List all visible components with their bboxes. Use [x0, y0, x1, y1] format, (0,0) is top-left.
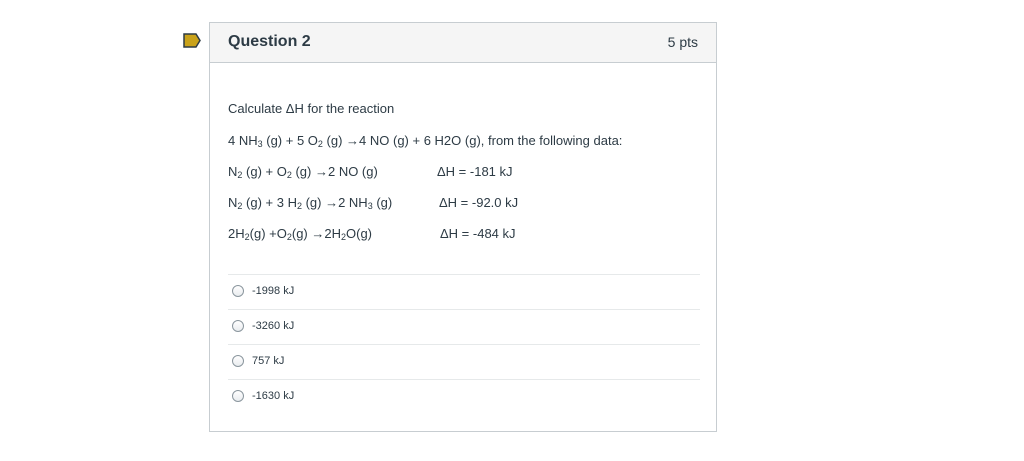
answer-label[interactable]: -3260 kJ [252, 320, 294, 332]
reaction-text: (g) [372, 195, 393, 210]
bookmark-flag-icon[interactable] [183, 33, 201, 48]
question-intro: Calculate ΔH for the reaction [228, 101, 395, 116]
radio-button[interactable] [232, 320, 244, 332]
radio-button[interactable] [232, 285, 244, 297]
radio-button[interactable] [232, 355, 244, 367]
enthalpy-value-1: ΔH = -181 kJ [437, 164, 513, 179]
question-header: Question 2 5 pts [210, 23, 716, 63]
reaction-text: 2H [228, 226, 245, 241]
data-reaction-3: 2H2(g) +O2(g) →2H2O(g) [228, 226, 373, 242]
reaction-text: N [228, 164, 238, 179]
answer-option[interactable]: 757 kJ [228, 344, 700, 379]
reaction-text: (g) +O [249, 226, 287, 241]
answer-option[interactable]: -1630 kJ [228, 379, 700, 414]
reaction-text: (g) →4 NO (g) + 6 H2O (g), from the foll… [322, 133, 623, 148]
reaction-text: (g) + 5 O [262, 133, 318, 148]
reaction-text: (g) + 3 H [242, 195, 297, 210]
answer-label[interactable]: 757 kJ [252, 355, 284, 367]
answer-label[interactable]: -1630 kJ [252, 390, 294, 402]
enthalpy-value-3: ΔH = -484 kJ [440, 226, 516, 241]
data-reaction-1: N2 (g) + O2 (g) →2 NO (g) [228, 164, 378, 180]
reaction-text: (g) →2H [291, 226, 341, 241]
question-title: Question 2 [228, 33, 311, 50]
question-points: 5 pts [667, 34, 698, 50]
reaction-text: O(g) [346, 226, 373, 241]
question-card: Question 2 5 pts Calculate ΔH for the re… [209, 22, 717, 432]
target-reaction: 4 NH3 (g) + 5 O2 (g) →4 NO (g) + 6 H2O (… [228, 133, 623, 149]
reaction-text: (g) →2 NH [301, 195, 368, 210]
reaction-text: 4 NH [228, 133, 258, 148]
enthalpy-value-2: ΔH = -92.0 kJ [439, 195, 519, 210]
answer-option[interactable]: -1998 kJ [228, 274, 700, 309]
radio-button[interactable] [232, 390, 244, 402]
reaction-text: N [228, 195, 238, 210]
reaction-text: (g) →2 NO (g) [291, 164, 378, 179]
data-reaction-2: N2 (g) + 3 H2 (g) →2 NH3 (g) [228, 195, 393, 211]
answer-list: -1998 kJ -3260 kJ 757 kJ -1630 kJ [228, 274, 700, 414]
answer-label[interactable]: -1998 kJ [252, 285, 294, 297]
reaction-text: (g) + O [242, 164, 287, 179]
answer-option[interactable]: -3260 kJ [228, 309, 700, 344]
